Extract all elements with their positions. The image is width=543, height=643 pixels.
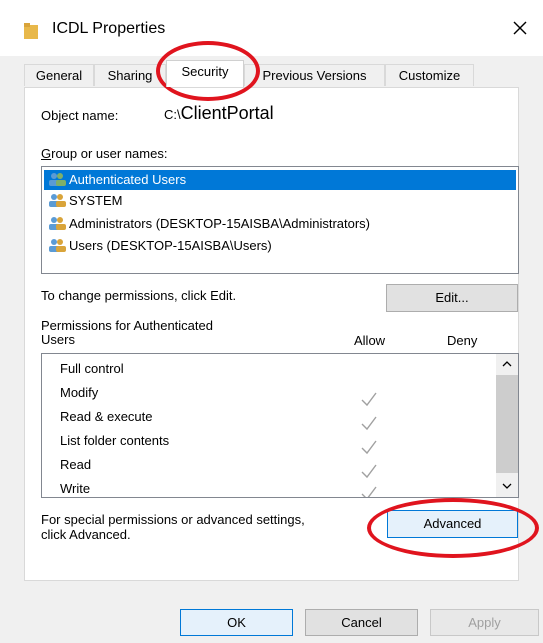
tab-sharing[interactable]: Sharing (94, 64, 166, 86)
tab-strip: General Sharing Security Previous Versio… (24, 60, 524, 88)
tab-previous-versions[interactable]: Previous Versions (244, 64, 385, 86)
allow-check-icon (361, 486, 377, 497)
edit-button-label: Edit... (435, 290, 469, 305)
chevron-up-icon[interactable] (500, 358, 514, 370)
user-list[interactable]: Authenticated Users SYSTEM Administrator… (41, 166, 519, 274)
list-item[interactable]: Administrators (DESKTOP-15AISBA\Administ… (44, 214, 516, 234)
object-name-prefix: C:\ (164, 107, 181, 122)
scrollbar-thumb[interactable] (496, 375, 518, 473)
allow-check-icon (361, 416, 377, 431)
list-item: Full control (60, 361, 124, 376)
permissions-for-label-user: Users (41, 332, 75, 347)
cancel-button-label: Cancel (341, 615, 382, 630)
users-icon (49, 194, 66, 207)
object-name-label: Object name: (41, 108, 119, 123)
chevron-down-icon[interactable] (500, 480, 514, 492)
list-item: Modify (60, 385, 99, 400)
title-bar: ICDL Properties (0, 0, 543, 56)
list-item: List folder contents (60, 433, 170, 448)
list-item[interactable]: SYSTEM (44, 191, 516, 211)
security-panel (24, 87, 519, 581)
allow-check-icon (361, 440, 377, 455)
list-item-label: Administrators (DESKTOP-15AISBA\Administ… (69, 216, 371, 231)
apply-button[interactable]: Apply (430, 609, 539, 636)
users-icon (49, 217, 66, 230)
window-title: ICDL Properties (52, 20, 166, 37)
properties-dialog: ICDL Properties General Sharing Security… (0, 0, 543, 643)
list-item: Write (60, 481, 91, 496)
advanced-button-label: Advanced (423, 516, 482, 531)
tab-general[interactable]: General (24, 64, 94, 86)
allow-check-icon (361, 392, 377, 407)
change-permissions-hint: To change permissions, click Edit. (41, 288, 237, 303)
ok-button-label: OK (227, 615, 246, 630)
list-item[interactable]: Authenticated Users (44, 170, 516, 190)
list-item: Read & execute (60, 409, 153, 424)
users-icon (49, 239, 66, 252)
list-item-label: Authenticated Users (69, 172, 187, 187)
permissions-for-label: Permissions for Authenticated (41, 318, 213, 333)
allow-check-icon (361, 464, 377, 479)
group-names-label-text: roup or user names: (51, 146, 168, 161)
tab-security[interactable]: Security (166, 60, 244, 87)
tab-customize[interactable]: Customize (385, 64, 474, 86)
cancel-button[interactable]: Cancel (305, 609, 418, 636)
deny-column-header: Deny (447, 333, 478, 348)
list-item[interactable]: Users (DESKTOP-15AISBA\Users) (44, 236, 516, 256)
group-names-label: Group or user names: (41, 146, 168, 161)
advanced-hint-2: click Advanced. (41, 527, 131, 542)
object-name-value: C:\ClientPortal (164, 103, 274, 124)
ok-button[interactable]: OK (180, 609, 293, 636)
list-item-label: SYSTEM (69, 193, 123, 208)
permissions-list[interactable]: Full control Modify Read & execute List … (41, 353, 519, 498)
advanced-button[interactable]: Advanced (387, 510, 518, 538)
users-icon (49, 173, 66, 186)
edit-button[interactable]: Edit... (386, 284, 518, 312)
folder-icon (24, 23, 38, 39)
list-item-label: Users (DESKTOP-15AISBA\Users) (69, 238, 272, 253)
allow-column-header: Allow (354, 333, 386, 348)
list-item: Read (60, 457, 92, 472)
object-name-path: ClientPortal (180, 103, 274, 123)
close-icon[interactable] (504, 12, 536, 44)
advanced-hint: For special permissions or advanced sett… (41, 512, 305, 527)
apply-button-label: Apply (468, 615, 501, 630)
